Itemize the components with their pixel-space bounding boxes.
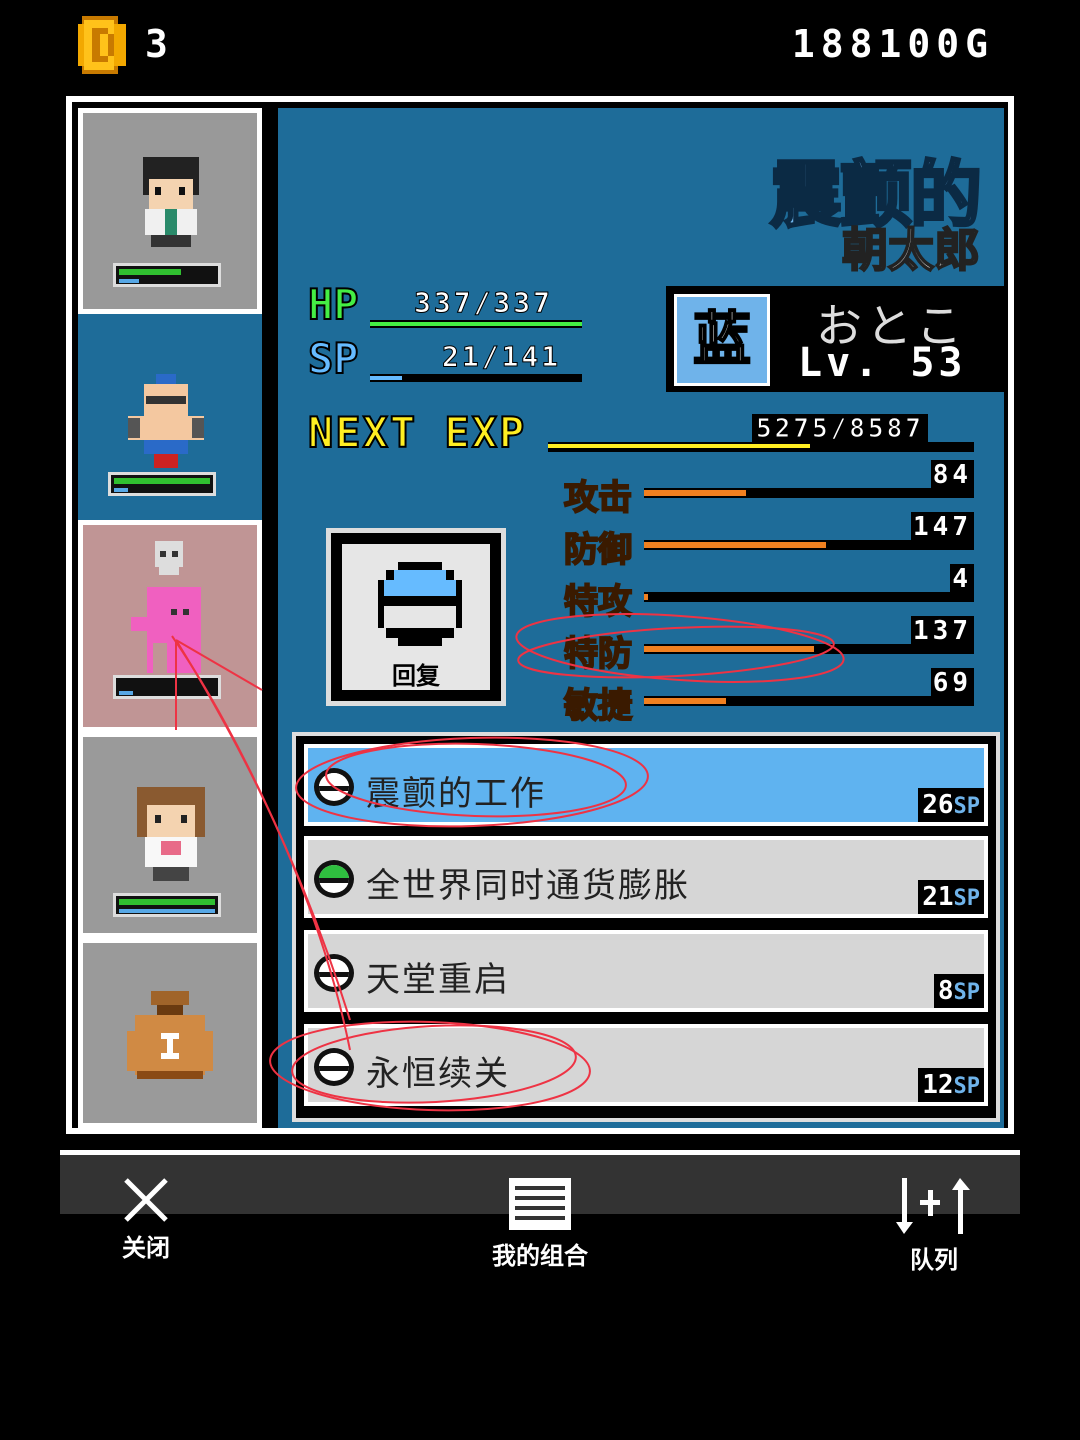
skill-orb-icon — [314, 860, 354, 898]
stat-label: 敏捷 — [563, 685, 633, 727]
stat-fill — [644, 646, 814, 652]
skill-cost: 8SP — [933, 974, 984, 1008]
stat-value: 137 — [911, 616, 974, 646]
stat-row-defense: 防御 147 — [563, 512, 974, 571]
stat-row-speed: 敏捷 69 — [563, 668, 974, 727]
level-label: Lv. 53 — [798, 340, 967, 386]
skill-cost: 21SP — [918, 880, 984, 914]
stat-fill — [644, 490, 746, 496]
stat-label: 特攻 — [563, 581, 633, 623]
stat-value: 147 — [911, 512, 974, 542]
type-badge: 蓝 — [674, 294, 770, 386]
queue-label: 队列 — [910, 1246, 958, 1274]
skill-item[interactable]: 永恒续关 12SP — [304, 1024, 988, 1106]
stat-label: 攻击 — [563, 477, 633, 519]
heal-button[interactable]: 回复 — [326, 528, 506, 706]
sp-fill — [370, 376, 402, 380]
stat-value: 84 — [930, 460, 974, 490]
stat-value: 69 — [930, 668, 974, 698]
stat-row-sp-defense: 特防 137 — [563, 616, 974, 675]
character-sprite-icon — [143, 157, 199, 247]
close-label: 关闭 — [122, 1234, 170, 1262]
character-sprite-icon — [128, 374, 204, 468]
skill-orb-icon — [314, 768, 354, 806]
party-slot-4-hp-bar — [113, 893, 221, 917]
skill-item[interactable]: 全世界同时通货膨胀 21SP — [304, 836, 988, 918]
character-detail: 震颤的 朝太郎 HP 337/337 SP 21/141 蓝 おとこ Lv. 5… — [278, 108, 1004, 1128]
skill-item[interactable]: 天堂重启 8SP — [304, 930, 988, 1012]
character-sprite-icon — [137, 787, 205, 881]
skill-item[interactable]: 震颤的工作 26SP — [304, 744, 988, 826]
exp-value: 5275/8587 — [752, 414, 928, 445]
stat-fill — [644, 542, 826, 548]
stat-fill — [644, 698, 726, 704]
party-status-panel: 震颤的 朝太郎 HP 337/337 SP 21/141 蓝 おとこ Lv. 5… — [66, 96, 1014, 1134]
gold-amount: 188100G — [791, 22, 994, 66]
potion-orb-icon — [378, 562, 462, 646]
party-slot-1-hp-bar — [113, 263, 221, 287]
party-sidebar — [78, 108, 270, 1128]
type-level-badge: 蓝 おとこ Lv. 53 — [666, 286, 1004, 392]
party-slot-3-hp-bar — [113, 675, 221, 699]
hp-label: HP — [307, 279, 360, 330]
my-combo-button[interactable]: 我的组合 — [478, 1176, 602, 1271]
exp-fill — [548, 444, 810, 448]
stat-row-attack: 攻击 84 — [563, 460, 974, 519]
stat-label: 特防 — [563, 633, 633, 675]
party-slot-2[interactable] — [78, 314, 262, 520]
sp-value: 21/141 — [441, 340, 562, 374]
skull-icon — [155, 541, 183, 575]
skill-name: 震颤的工作 — [366, 774, 546, 814]
hp-fill — [370, 322, 582, 326]
exp-label: NEXT EXP — [307, 407, 527, 458]
skill-orb-icon — [314, 954, 354, 992]
skill-cost: 12SP — [918, 1068, 984, 1102]
stat-row-sp-attack: 特攻 4 — [563, 564, 974, 623]
stat-fill — [644, 594, 648, 600]
party-slot-4[interactable] — [78, 732, 262, 938]
queue-button[interactable]: 队列 — [894, 1176, 974, 1275]
stat-label: 防御 — [563, 529, 633, 571]
party-slot-2-hp-bar — [108, 472, 216, 496]
coin-count: 3 — [145, 22, 170, 66]
hp-value: 337/337 — [413, 286, 554, 320]
money-bag-icon — [127, 991, 213, 1079]
skill-list: 震颤的工作 26SP 全世界同时通货膨胀 21SP 天堂重启 8SP 永恒续关 … — [292, 732, 1000, 1122]
close-icon — [124, 1178, 168, 1222]
my-combo-label: 我的组合 — [492, 1242, 588, 1270]
skill-orb-icon — [314, 1048, 354, 1086]
party-slot-1[interactable] — [78, 108, 262, 314]
inventory-bag-slot[interactable] — [78, 938, 262, 1128]
character-name: 朝太郎 — [841, 222, 981, 278]
party-slot-3[interactable] — [78, 520, 262, 732]
skill-name: 永恒续关 — [366, 1054, 510, 1094]
skill-cost: 26SP — [918, 788, 984, 822]
skill-name: 天堂重启 — [366, 960, 510, 1000]
ghost-sprite-icon — [131, 587, 201, 673]
heal-label: 回复 — [392, 662, 440, 690]
list-icon — [509, 1178, 571, 1230]
coin-icon — [78, 16, 126, 74]
sort-arrows-icon — [896, 1178, 970, 1234]
stat-value: 4 — [950, 564, 974, 594]
skill-name: 全世界同时通货膨胀 — [366, 866, 690, 906]
sp-label: SP — [307, 333, 360, 384]
close-button[interactable]: 关闭 — [104, 1176, 188, 1263]
